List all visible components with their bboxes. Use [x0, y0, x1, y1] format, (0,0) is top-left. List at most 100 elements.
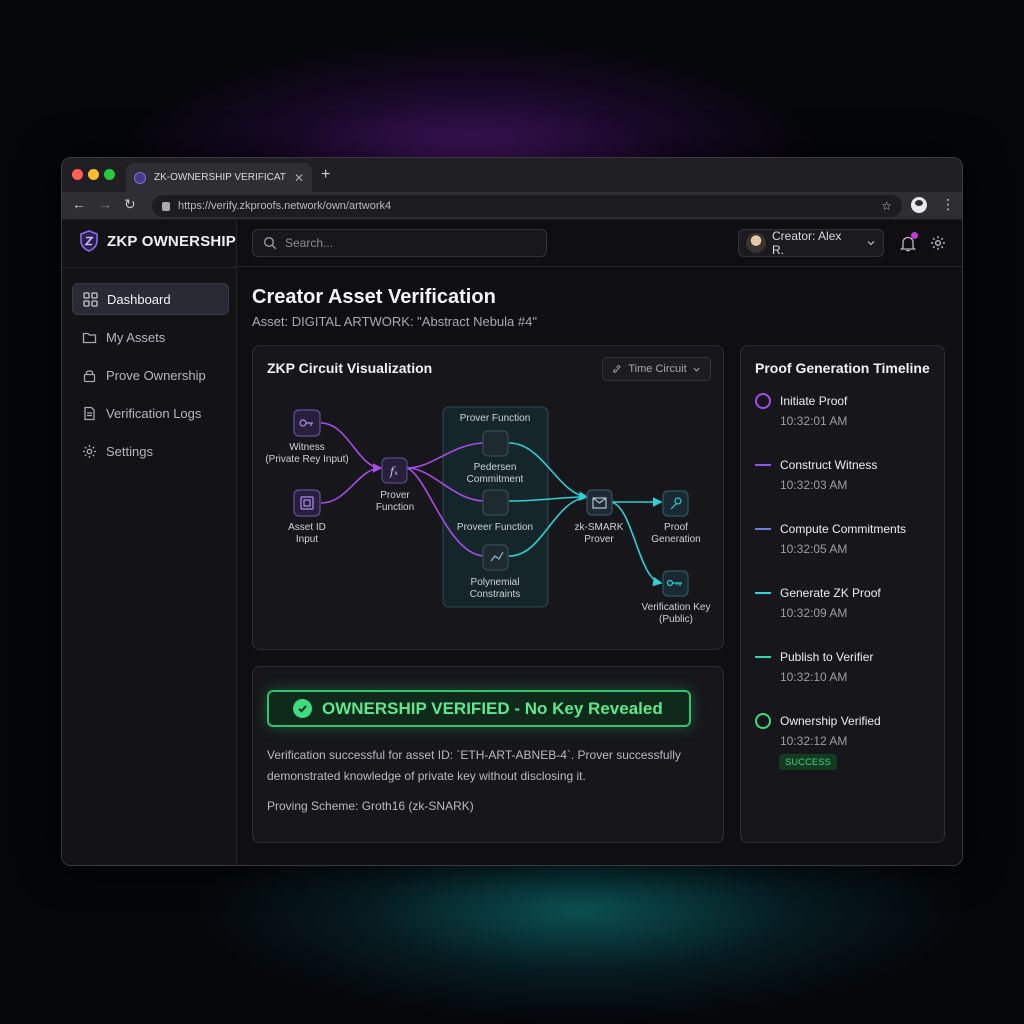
- page-title: Creator Asset Verification: [252, 286, 496, 308]
- search-placeholder: Search...: [285, 236, 334, 250]
- minimize-window-button[interactable]: [88, 169, 99, 180]
- verification-card: OWNERSHIP VERIFIED - No Key Revealed Ver…: [252, 666, 724, 843]
- sidebar-item-label: Dashboard: [107, 291, 171, 307]
- timeline-event-label: Construct Witness: [780, 458, 878, 472]
- sidebar-item-label: My Assets: [106, 329, 166, 345]
- avatar: [746, 233, 766, 253]
- timeline-event-time: 10:32:05 AM: [780, 542, 848, 556]
- timeline-event-time: 10:32:12 AM: [780, 734, 848, 748]
- function-symbol-icon: fₓ: [389, 465, 398, 478]
- sidebar: ZKP OWNERSHIP Dashboard My Assets Prove …: [62, 220, 237, 865]
- vkey-label-1: Verification Key: [642, 602, 711, 613]
- brand[interactable]: ZKP OWNERSHIP: [79, 230, 236, 252]
- sidebar-item-label: Verification Logs: [106, 405, 202, 421]
- profile-icon[interactable]: [911, 197, 927, 213]
- vkey-label-2: (Public): [659, 614, 693, 625]
- timeline-event: Publish to Verifier 10:32:10 AM: [780, 650, 873, 684]
- witness-label-1: Witness: [289, 442, 325, 453]
- timeline-card: Proof Generation Timeline Initiate Proof…: [740, 345, 945, 843]
- new-tab-button[interactable]: +: [321, 166, 330, 184]
- timeline-event-label: Ownership Verified: [780, 714, 881, 728]
- timeline-event: Ownership Verified 10:32:12 AM: [780, 714, 881, 748]
- proof-gen-label-2: Generation: [651, 534, 700, 545]
- tab-close-icon[interactable]: ✕: [294, 171, 304, 185]
- proof-gen-label-1: Proof: [664, 522, 688, 533]
- shield-logo-icon: [80, 230, 98, 252]
- tab-favicon-icon: [134, 171, 146, 184]
- forward-icon[interactable]: →: [98, 196, 112, 212]
- sidebar-item-settings[interactable]: Settings: [72, 435, 229, 467]
- timeline-event-time: 10:32:03 AM: [780, 478, 848, 492]
- search-icon: [263, 236, 277, 250]
- snark-label-1: zk-SMARK: [575, 522, 624, 533]
- sidebar-item-my-assets[interactable]: My Assets: [72, 321, 229, 353]
- prover-fn-label-1: Prover: [380, 490, 410, 501]
- witness-label-2: (Private Rey Input): [265, 454, 348, 465]
- sidebar-item-label: Prove Ownership: [106, 367, 206, 383]
- proveer-node: [482, 489, 509, 516]
- timeline-event: Initiate Proof 10:32:01 AM: [780, 394, 847, 428]
- group-title: Prover Function: [460, 413, 531, 424]
- close-window-button[interactable]: [72, 169, 83, 180]
- top-bar: Search... Creator: Alex R.: [238, 220, 962, 267]
- timeline-event-label: Publish to Verifier: [780, 650, 874, 664]
- timeline-end-marker: [755, 713, 771, 729]
- timeline-start-marker: [755, 393, 771, 409]
- proveer-label: Proveer Function: [457, 522, 533, 533]
- reload-icon[interactable]: ↻: [124, 196, 136, 213]
- snark-label-2: Prover: [584, 534, 614, 545]
- sidebar-item-prove-ownership[interactable]: Prove Ownership: [72, 359, 229, 391]
- sidebar-item-label: Settings: [106, 443, 153, 459]
- url-text: https://verify.zkproofs.network/own/artw…: [178, 200, 392, 212]
- timeline-event: Construct Witness 10:32:03 AM: [780, 458, 877, 492]
- verification-description: Verification successful for asset ID: `E…: [267, 748, 681, 783]
- browser-tab-bar: ZK-OWNERSHIP VERIFICATION ✕ +: [62, 158, 962, 192]
- pedersen-node: [482, 430, 509, 457]
- timeline-event-time: 10:32:10 AM: [780, 670, 848, 684]
- asset-id-node: [293, 489, 321, 517]
- back-icon[interactable]: ←: [72, 196, 86, 212]
- polynomial-label-1: Polynemial: [471, 577, 520, 588]
- timeline-event: Generate ZK Proof 10:32:09 AM: [780, 586, 881, 620]
- app-root: ZKP OWNERSHIP Dashboard My Assets Prove …: [62, 220, 962, 865]
- search-input[interactable]: Search...: [252, 229, 547, 257]
- sidebar-divider: [62, 267, 236, 268]
- brand-name: ZKP OWNERSHIP: [107, 232, 237, 250]
- polynomial-label-2: Constraints: [470, 589, 521, 600]
- asset-subtitle: Asset: DIGITAL ARTWORK: "Abstract Nebula…: [252, 314, 537, 329]
- user-label: Creator: Alex R.: [772, 229, 842, 257]
- folder-icon: [82, 332, 97, 343]
- check-circle-icon: [293, 699, 312, 718]
- circuit-diagram: fₓ Prover Function Witness (Private Rey …: [265, 406, 711, 625]
- notification-dot: [911, 232, 918, 239]
- timeline-event: Compute Commitments 10:32:05 AM: [780, 522, 906, 556]
- sidebar-item-dashboard[interactable]: Dashboard: [72, 283, 229, 315]
- sidebar-item-verification-logs[interactable]: Verification Logs: [72, 397, 229, 429]
- maximize-window-button[interactable]: [104, 169, 115, 180]
- user-menu[interactable]: Creator: Alex R.: [738, 229, 884, 257]
- browser-window: ZK-OWNERSHIP VERIFICATION ✕ + ← → ↻ http…: [61, 157, 963, 866]
- timeline-event-label: Generate ZK Proof: [780, 586, 881, 600]
- settings-gear-icon[interactable]: [930, 235, 946, 251]
- grid-icon: [83, 291, 98, 307]
- status-badge: SUCCESS: [779, 754, 837, 770]
- chevron-down-icon: [867, 241, 875, 246]
- more-menu-icon[interactable]: ⋮: [941, 196, 955, 213]
- pedersen-label-2: Commitment: [467, 474, 524, 485]
- document-icon: [84, 406, 95, 420]
- browser-tab[interactable]: ZK-OWNERSHIP VERIFICATION ✕: [126, 163, 312, 192]
- timeline-event-label: Compute Commitments: [780, 522, 907, 536]
- asset-id-label-1: Asset ID: [288, 522, 326, 533]
- pedersen-label-1: Pedersen: [474, 462, 517, 473]
- bookmark-star-icon[interactable]: ☆: [881, 199, 892, 213]
- browser-toolbar: ← → ↻ https://verify.zkproofs.network/ow…: [62, 192, 962, 220]
- timeline-event-time: 10:32:09 AM: [780, 606, 848, 620]
- lock-icon: [162, 201, 170, 211]
- lock-icon: [83, 369, 96, 382]
- verified-banner: OWNERSHIP VERIFIED - No Key Revealed: [267, 690, 691, 727]
- address-bar[interactable]: https://verify.zkproofs.network/own/artw…: [152, 195, 902, 217]
- asset-id-label-2: Input: [296, 534, 318, 545]
- timeline-event-time: 10:32:01 AM: [780, 414, 848, 428]
- proving-scheme: Proving Scheme: Groth16 (zk-SNARK): [267, 799, 474, 813]
- timeline-event-label: Initiate Proof: [780, 394, 848, 408]
